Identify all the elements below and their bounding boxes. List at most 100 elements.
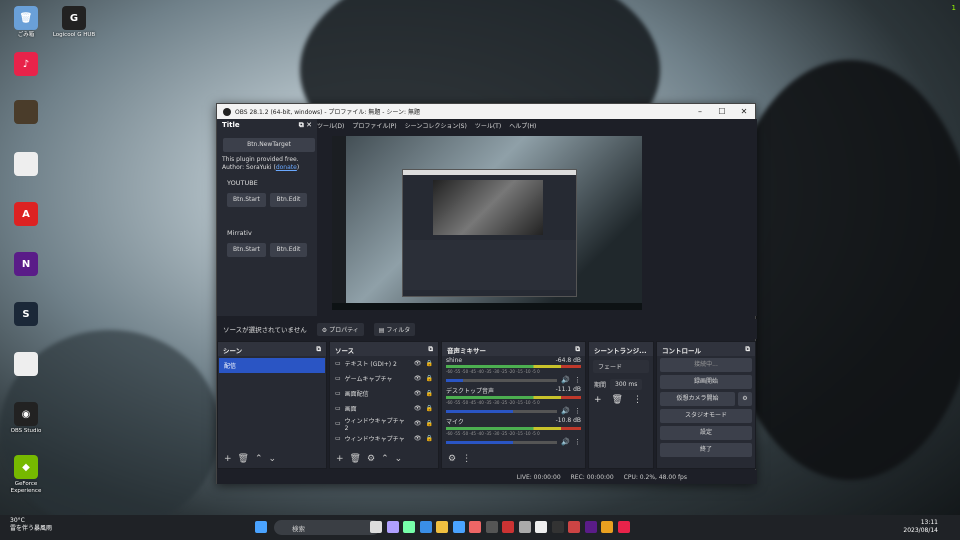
nzxt-icon[interactable]	[584, 521, 597, 533]
gear-icon[interactable]: ⚙	[448, 454, 456, 464]
speaker-icon[interactable]: 🔊	[561, 407, 570, 415]
volume-slider[interactable]	[446, 378, 558, 382]
game-icon[interactable]	[551, 521, 564, 533]
trash-icon[interactable]: 🗑	[350, 454, 361, 464]
desktop-icon[interactable]: ◆ GeForce Experience	[2, 455, 50, 494]
mirrativ-start-button[interactable]: Btn.Start	[227, 242, 266, 257]
youtube-start-button[interactable]: Btn.Start	[227, 192, 266, 207]
more-icon[interactable]: ⋮	[462, 454, 471, 464]
dock-float-icon[interactable]: ⧉ ✕	[299, 121, 312, 130]
dock-float-icon[interactable]: ⧉	[428, 345, 433, 353]
close-button[interactable]: ✕	[733, 107, 755, 116]
source-item[interactable]: ▭ 画面配信 👁 🔒	[330, 386, 438, 401]
apex-icon[interactable]	[502, 521, 514, 533]
clock[interactable]: 13:11 2023/08/14	[903, 519, 938, 536]
trash-icon[interactable]: 🗑	[238, 454, 249, 464]
menu-item[interactable]: ツール(T)	[475, 121, 501, 130]
desktop-icon[interactable]: ◉ OBS Studio	[2, 402, 50, 435]
search-box[interactable]: 検索	[274, 520, 380, 535]
more-icon[interactable]: ⋮	[574, 376, 581, 384]
gear-icon[interactable]: ⚙	[738, 392, 752, 406]
eye-icon[interactable]: 👁	[414, 375, 422, 382]
desktop-icon[interactable]: G Logicool G HUB	[50, 6, 98, 39]
start-icon[interactable]	[255, 521, 267, 533]
lock-icon[interactable]: 🔒	[426, 420, 433, 427]
connecting-button[interactable]: 接続中...	[660, 358, 752, 372]
desktop-icon[interactable]	[2, 152, 50, 178]
mirrativ-edit-button[interactable]: Btn.Edit	[269, 242, 307, 257]
duration-input[interactable]: 300 ms	[610, 379, 643, 390]
properties-button[interactable]: ⚙ プロパティ	[316, 322, 364, 336]
desktop-icon[interactable]: N	[2, 252, 50, 278]
minimize-button[interactable]: –	[689, 107, 711, 116]
eye-icon[interactable]: 👁	[414, 435, 422, 442]
desktop-icon[interactable]: A	[2, 202, 50, 228]
eye-icon[interactable]: 👁	[414, 420, 422, 427]
add-icon[interactable]: +	[336, 454, 344, 464]
scene-item[interactable]: 配信	[219, 358, 325, 373]
volume-slider[interactable]	[446, 409, 558, 413]
lock-icon[interactable]: 🔒	[426, 390, 433, 397]
lock-icon[interactable]: 🔒	[426, 360, 433, 367]
more-icon[interactable]: ⋮	[633, 395, 642, 405]
add-icon[interactable]: +	[224, 454, 232, 464]
chat-icon[interactable]	[370, 521, 382, 533]
filters-button[interactable]: ▤ フィルタ	[373, 322, 416, 336]
source-item[interactable]: ▭ ウィンドウキャプチャ 👁 🔒	[330, 431, 438, 446]
desktop-icon[interactable]	[2, 352, 50, 378]
acrobat-icon[interactable]	[568, 521, 580, 533]
obs-icon[interactable]	[485, 521, 498, 533]
weather-widget[interactable]: 30°C 雷を伴う暴風雨	[10, 517, 52, 533]
desktop-icon[interactable]: S	[2, 302, 50, 328]
steam-icon[interactable]	[535, 521, 547, 533]
menu-item[interactable]: ヘルプ(H)	[509, 121, 536, 130]
speaker-icon[interactable]: 🔊	[561, 438, 570, 446]
lock-icon[interactable]: 🔒	[426, 405, 433, 412]
lock-icon[interactable]: 🔒	[426, 375, 433, 382]
file-icon[interactable]	[386, 521, 399, 533]
chevron-up-icon[interactable]: ⌃	[255, 454, 263, 464]
logi-icon[interactable]	[518, 521, 531, 533]
add-icon[interactable]: +	[594, 395, 602, 405]
eye-icon[interactable]: 👁	[414, 360, 422, 367]
trash-icon[interactable]: 🗑	[612, 395, 623, 405]
eye-icon[interactable]: 👁	[414, 390, 422, 397]
folder-icon[interactable]	[436, 521, 448, 533]
donate-link[interactable]: donate	[276, 164, 297, 171]
exit-button[interactable]: 終了	[660, 443, 752, 457]
desktop-icon[interactable]: ♪	[2, 52, 50, 78]
volume-slider[interactable]	[446, 440, 558, 444]
transition-select[interactable]: フェード	[593, 360, 649, 373]
edge-icon[interactable]	[419, 521, 432, 533]
chevron-up-icon[interactable]: ⌃	[381, 454, 389, 464]
source-item[interactable]: ▭ ゲームキャプチャ 👁 🔒	[330, 371, 438, 386]
store-icon[interactable]	[452, 521, 465, 533]
maximize-button[interactable]: ☐	[711, 107, 733, 116]
chrome-icon[interactable]	[601, 521, 613, 533]
preview-canvas[interactable]	[332, 136, 642, 310]
settings-button[interactable]: 設定	[660, 426, 752, 440]
start-recording-button[interactable]: 録画開始	[660, 375, 752, 389]
more-icon[interactable]: ⋮	[574, 438, 581, 446]
gear-icon[interactable]: ⚙	[367, 454, 375, 464]
more-icon[interactable]: ⋮	[574, 407, 581, 415]
dock-float-icon[interactable]: ⧉	[745, 345, 750, 353]
dock-float-icon[interactable]: ⧉	[316, 345, 321, 353]
youtube-edit-button[interactable]: Btn.Edit	[269, 192, 307, 207]
desktop-icon[interactable]: 🗑 ごみ箱	[2, 6, 50, 39]
speaker-icon[interactable]: 🔊	[561, 376, 570, 384]
studio-mode-button[interactable]: スタジオモード	[660, 409, 752, 423]
dock-float-icon[interactable]: ⧉	[575, 345, 580, 353]
source-item[interactable]: ▭ 画面 👁 🔒	[330, 401, 438, 416]
tiktok-icon[interactable]	[617, 521, 630, 533]
menu-item[interactable]: プロファイル(P)	[352, 121, 396, 130]
virtual-camera-button[interactable]: 仮想カメラ開始	[660, 392, 735, 406]
photo-icon[interactable]	[469, 521, 481, 533]
source-item[interactable]: ▭ ウィンドウキャプチャ 2 👁 🔒	[330, 416, 438, 432]
new-target-button[interactable]: Btn.NewTarget	[223, 138, 315, 152]
menu-item[interactable]: ツール(D)	[317, 121, 344, 130]
source-item[interactable]: ▭ テキスト (GDI+) 2 👁 🔒	[330, 356, 438, 371]
chevron-down-icon[interactable]: ⌄	[269, 454, 277, 464]
teams-icon[interactable]	[403, 521, 415, 533]
chevron-down-icon[interactable]: ⌄	[395, 454, 403, 464]
